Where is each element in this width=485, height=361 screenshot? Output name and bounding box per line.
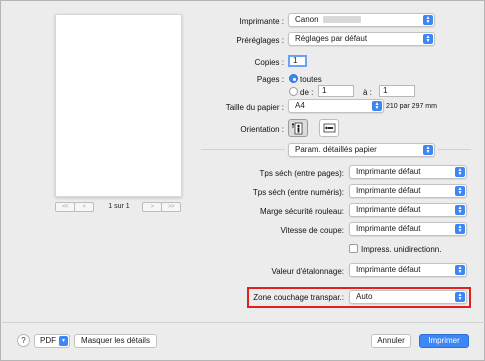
cut-speed-select[interactable]: Imprimante défaut ▲ ▼: [349, 222, 467, 236]
select-arrows-icon: ▲ ▼: [455, 224, 465, 234]
drying-scans-value: Imprimante défaut: [356, 186, 421, 195]
roll-margin-value: Imprimante défaut: [356, 205, 421, 214]
drying-pages-label: Tps séch (entre pages):: [259, 169, 344, 178]
next-page-button[interactable]: >: [142, 202, 162, 212]
pages-from-input[interactable]: 1: [318, 85, 354, 97]
drying-pages-select[interactable]: Imprimante défaut ▲ ▼: [349, 165, 467, 179]
pages-all-label: toutes: [300, 75, 322, 84]
section-value: Param. détaillés papier: [295, 145, 377, 154]
select-arrows-icon: ▲ ▼: [455, 167, 465, 177]
drying-scans-label: Tps séch (entre numéris):: [252, 188, 344, 197]
page-indicator: 1 sur 1: [108, 203, 130, 210]
paper-size-select[interactable]: A4 ▲ ▼: [288, 99, 384, 113]
unidirectional-checkbox[interactable]: [349, 244, 358, 253]
presets-value: Réglages par défaut: [295, 34, 368, 43]
pages-to-input[interactable]: 1: [379, 85, 415, 97]
preview-pager-right: > >>: [142, 202, 181, 212]
printer-select[interactable]: Canon ▲ ▼: [288, 13, 435, 27]
portrait-icon: [292, 122, 303, 134]
paper-size-label: Taille du papier :: [225, 103, 284, 112]
calibration-select[interactable]: Imprimante défaut ▲ ▼: [349, 263, 467, 277]
transparent-zone-label: Zone couchage transpar.:: [253, 293, 344, 302]
select-arrows-icon: ▲ ▼: [455, 205, 465, 215]
roll-margin-select[interactable]: Imprimante défaut ▲ ▼: [349, 203, 467, 217]
pages-to-label: à :: [363, 88, 372, 97]
calibration-label: Valeur d'étalonnage:: [271, 267, 344, 276]
copies-label: Copies :: [254, 58, 284, 67]
cut-speed-label: Vitesse de coupe:: [280, 226, 344, 235]
divider: [201, 149, 285, 150]
copies-input[interactable]: 1: [288, 55, 307, 67]
print-dialog: << < 1 sur 1 > >> Imprimante : Canon ▲ ▼ …: [0, 0, 485, 361]
preview-pager-left: << <: [55, 202, 94, 212]
select-arrows-icon: ▲ ▼: [455, 265, 465, 275]
pages-label: Pages :: [256, 75, 284, 84]
orientation-label: Orientation :: [240, 125, 284, 134]
chevron-down-icon: ▾: [59, 336, 68, 346]
help-button[interactable]: ?: [17, 334, 30, 347]
transparent-zone-value: Auto: [356, 292, 373, 301]
transparent-zone-select[interactable]: Auto ▲ ▼: [349, 290, 467, 304]
cancel-button[interactable]: Annuler: [371, 334, 411, 348]
footer-divider: [2, 322, 485, 323]
pages-from-label: de :: [300, 88, 314, 97]
orientation-landscape-button[interactable]: [319, 119, 339, 137]
drying-scans-select[interactable]: Imprimante défaut ▲ ▼: [349, 184, 467, 198]
pdf-label: PDF: [40, 336, 56, 345]
orientation-portrait-button[interactable]: [288, 119, 308, 137]
roll-margin-label: Marge sécurité rouleau:: [259, 207, 344, 216]
select-arrows-icon: ▲ ▼: [423, 15, 433, 25]
select-arrows-icon: ▲ ▼: [423, 145, 433, 155]
printer-value: Canon: [295, 15, 319, 24]
paper-size-value: A4: [295, 101, 305, 110]
pdf-button[interactable]: PDF ▾: [34, 334, 70, 348]
first-page-button[interactable]: <<: [55, 202, 75, 212]
select-arrows-icon: ▲ ▼: [455, 292, 465, 302]
cut-speed-value: Imprimante défaut: [356, 224, 421, 233]
prev-page-button[interactable]: <: [74, 202, 94, 212]
paper-dimensions: 210 par 297 mm: [386, 103, 437, 110]
print-button[interactable]: Imprimer: [419, 334, 469, 348]
pages-all-radio[interactable]: [289, 74, 298, 83]
drying-pages-value: Imprimante défaut: [356, 167, 421, 176]
pages-range-radio[interactable]: [289, 87, 298, 96]
last-page-button[interactable]: >>: [161, 202, 181, 212]
calibration-value: Imprimante défaut: [356, 265, 421, 274]
hide-details-button[interactable]: Masquer les détails: [74, 334, 157, 348]
unidirectional-label: Impress. unidirectionn.: [361, 245, 442, 254]
presets-select[interactable]: Réglages par défaut ▲ ▼: [288, 32, 435, 46]
select-arrows-icon: ▲ ▼: [455, 186, 465, 196]
printer-label: Imprimante :: [239, 17, 284, 26]
landscape-icon: [323, 123, 335, 133]
presets-label: Préréglages :: [236, 36, 284, 45]
print-preview-page: [55, 14, 182, 197]
select-arrows-icon: ▲ ▼: [423, 34, 433, 44]
divider: [438, 149, 471, 150]
section-select[interactable]: Param. détaillés papier ▲ ▼: [288, 143, 435, 157]
select-arrows-icon: ▲ ▼: [372, 101, 382, 111]
redacted-model: [322, 16, 361, 24]
